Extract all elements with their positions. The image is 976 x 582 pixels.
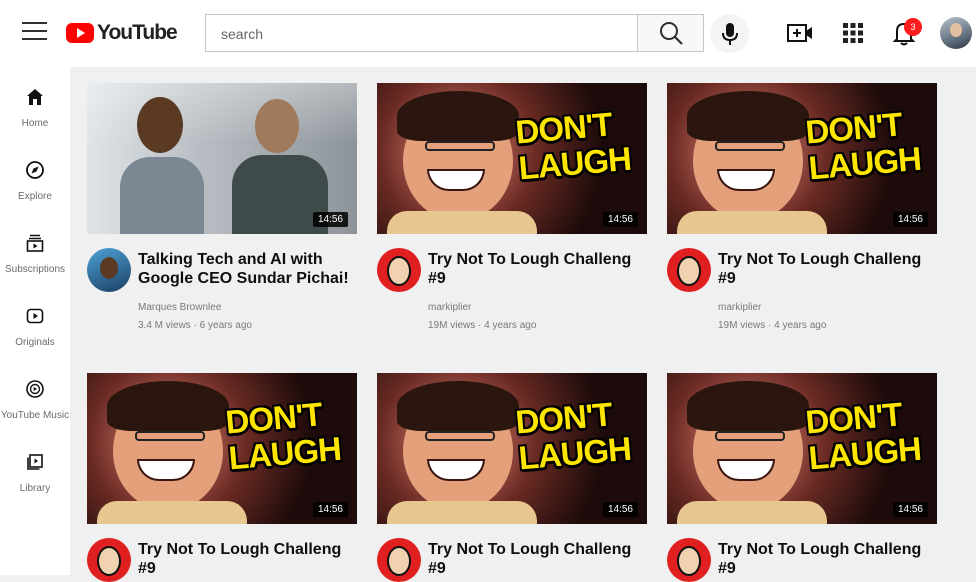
channel-avatar[interactable] — [667, 538, 711, 582]
channel-avatar[interactable] — [377, 538, 421, 582]
sidebar-item-label: Originals — [15, 337, 55, 348]
create-video-button[interactable] — [786, 20, 814, 46]
video-duration: 14:56 — [892, 212, 928, 227]
video-thumbnail[interactable]: DON'T LAUGH 14:56 — [377, 83, 647, 234]
top-header: YouTube search 3 — [0, 0, 976, 67]
video-camera-add-icon — [787, 24, 812, 42]
sidebar-item-label: Home — [21, 118, 49, 129]
video-title[interactable]: Try Not To Lough Challeng #9 — [138, 540, 363, 578]
channel-name[interactable]: Marques Brownlee — [138, 302, 221, 313]
video-card: 14:56 Talking Tech and AI with Google CE… — [87, 83, 357, 331]
video-thumbnail[interactable]: DON'T LAUGH 14:56 — [667, 373, 937, 524]
video-card: DON'T LAUGH 14:56 Try Not To Lough Chall… — [667, 373, 937, 582]
home-icon — [27, 89, 43, 105]
video-card: DON'T LAUGH 14:56 Try Not To Lough Chall… — [377, 373, 647, 582]
video-meta: 19M views · 4 years ago — [428, 320, 537, 331]
video-card: DON'T LAUGH 14:56 Try Not To Lough Chall… — [667, 83, 937, 331]
video-card: DON'T LAUGH 14:56 Try Not To Lough Chall… — [377, 83, 647, 331]
channel-name[interactable]: markiplier — [718, 302, 761, 313]
library-icon — [27, 454, 43, 470]
video-duration: 14:56 — [602, 502, 638, 517]
channel-avatar[interactable] — [667, 248, 711, 292]
video-duration: 14:56 — [312, 502, 348, 517]
logo-text: YouTube — [97, 21, 178, 44]
user-avatar[interactable] — [940, 17, 972, 49]
thumbnail-caption: DON'T LAUGH — [514, 105, 633, 187]
channel-avatar[interactable] — [87, 248, 131, 292]
search-input[interactable]: search — [205, 14, 638, 52]
youtube-play-icon — [66, 23, 94, 43]
search-button[interactable] — [637, 14, 704, 52]
video-meta: 19M views · 4 years ago — [718, 320, 827, 331]
video-duration: 14:56 — [892, 502, 928, 517]
thumbnail-caption: DON'T LAUGH — [514, 395, 633, 477]
channel-avatar[interactable] — [87, 538, 131, 582]
video-duration: 14:56 — [312, 212, 348, 227]
apps-button[interactable] — [839, 20, 867, 46]
sidebar-item-label: Explore — [18, 191, 52, 202]
music-icon — [26, 380, 44, 398]
sidebar-item-subscriptions[interactable]: Subscriptions — [0, 219, 70, 281]
sidebar: Home Explore Subscriptions Originals You… — [0, 67, 70, 575]
thumbnail-caption: DON'T LAUGH — [804, 105, 923, 187]
video-title[interactable]: Try Not To Lough Challeng #9 — [428, 540, 653, 578]
sidebar-item-originals[interactable]: Originals — [0, 292, 70, 354]
sidebar-item-label: Library — [19, 483, 51, 494]
thumbnail-caption: DON'T LAUGH — [224, 395, 343, 477]
video-thumbnail[interactable]: DON'T LAUGH 14:56 — [87, 373, 357, 524]
video-title[interactable]: Try Not To Lough Challeng #9 — [718, 250, 943, 288]
sidebar-item-label: Subscriptions — [4, 264, 66, 275]
microphone-icon — [721, 22, 738, 45]
search-icon — [659, 22, 683, 45]
video-duration: 14:56 — [602, 212, 638, 227]
video-thumbnail[interactable]: DON'T LAUGH 14:56 — [377, 373, 647, 524]
video-meta: 3.4 M views · 6 years ago — [138, 320, 252, 331]
notification-count-badge: 3 — [904, 18, 922, 36]
channel-name[interactable]: markiplier — [428, 302, 471, 313]
youtube-logo[interactable]: YouTube — [66, 21, 178, 45]
video-title[interactable]: Talking Tech and AI with Google CEO Sund… — [138, 250, 363, 288]
video-thumbnail[interactable]: 14:56 — [87, 83, 357, 234]
video-thumbnail[interactable]: DON'T LAUGH 14:56 — [667, 83, 937, 234]
voice-search-button[interactable] — [710, 14, 749, 53]
sidebar-item-library[interactable]: Library — [0, 438, 70, 500]
compass-icon — [26, 161, 44, 179]
channel-avatar[interactable] — [377, 248, 421, 292]
sidebar-item-home[interactable]: Home — [0, 73, 70, 135]
thumbnail-caption: DON'T LAUGH — [804, 395, 923, 477]
subscriptions-icon — [26, 234, 44, 252]
sidebar-item-label: YouTube Music — [0, 410, 70, 421]
sidebar-item-explore[interactable]: Explore — [0, 146, 70, 208]
video-card: DON'T LAUGH 14:56 Try Not To Lough Chall… — [87, 373, 357, 582]
apps-grid-icon — [843, 23, 863, 43]
video-title[interactable]: Try Not To Lough Challeng #9 — [718, 540, 943, 578]
sidebar-item-youtube-music[interactable]: YouTube Music — [0, 365, 70, 427]
hamburger-menu-icon[interactable] — [22, 22, 47, 42]
video-title[interactable]: Try Not To Lough Challeng #9 — [428, 250, 653, 288]
originals-icon — [26, 308, 44, 324]
